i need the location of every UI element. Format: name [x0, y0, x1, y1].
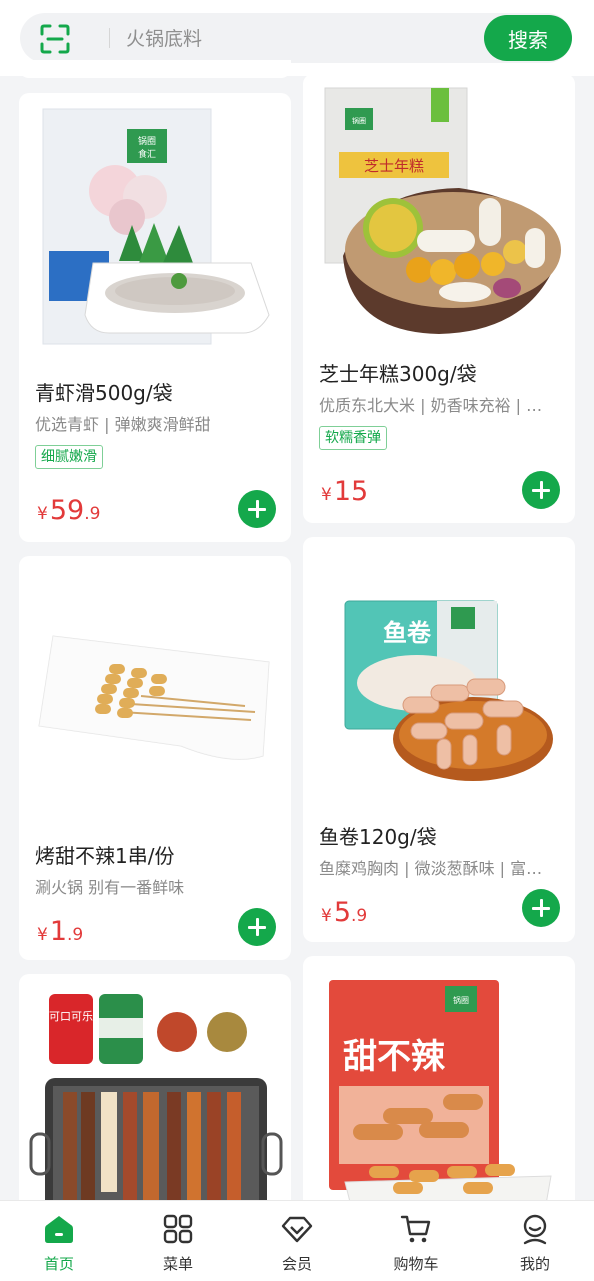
- tab-member[interactable]: 会员: [238, 1201, 356, 1281]
- member-diamond-icon: [281, 1216, 313, 1243]
- package-label-text: 鱼卷: [383, 619, 432, 647]
- price-currency: ¥: [321, 485, 332, 505]
- product-image: 锅圈 食汇: [29, 101, 281, 361]
- price-integer: 59: [49, 495, 85, 526]
- search-button[interactable]: 搜索: [484, 15, 572, 61]
- svg-text:锅圈: 锅圈: [352, 116, 366, 125]
- tab-cart[interactable]: 购物车: [357, 1201, 475, 1281]
- product-title: 鱼卷120g/袋: [319, 825, 437, 849]
- package-label-text: 甜不辣: [343, 1037, 446, 1077]
- price-currency: ¥: [321, 906, 332, 926]
- package-label-text: 芝士年糕: [364, 157, 424, 175]
- tab-label: 购物车: [393, 1255, 439, 1273]
- add-to-cart-button[interactable]: [238, 490, 276, 528]
- bottom-tab-bar: 首页 菜单 会员 购物车 我的: [0, 1200, 594, 1281]
- product-price: ¥5.9: [321, 897, 367, 928]
- price-currency: ¥: [37, 504, 48, 524]
- product-card[interactable]: 锅圈 甜不辣: [303, 956, 575, 1214]
- search-divider: [109, 28, 110, 48]
- product-title: 青虾滑500g/袋: [35, 381, 173, 405]
- tab-label: 首页: [43, 1255, 74, 1273]
- product-image: 可口可乐: [27, 988, 283, 1214]
- product-desc: 优质东北大米 | 奶香味充裕 | 软糯香弹: [319, 396, 557, 415]
- product-card[interactable]: 锅圈 芝士年糕 芝士年糕300g/袋 优质东北大米 | 奶香味充裕 | 软糯香弹…: [303, 74, 575, 523]
- search-input[interactable]: [124, 22, 488, 56]
- product-card[interactable]: 鱼卷 鱼卷120g/袋 鱼糜鸡胸肉 | 微淡葱酥味 | 富含蛋白 ¥5.9: [303, 537, 575, 942]
- tab-label: 会员: [281, 1255, 312, 1273]
- price-decimal: .9: [84, 504, 101, 524]
- price-integer: 1: [49, 916, 68, 947]
- product-image: [31, 616, 279, 766]
- add-to-cart-button[interactable]: [522, 889, 560, 927]
- product-image: 锅圈 芝士年糕: [309, 80, 569, 338]
- product-image: 锅圈 甜不辣: [323, 976, 559, 1214]
- product-price: ¥59.9: [37, 495, 100, 526]
- product-image: 鱼卷: [333, 589, 559, 789]
- add-to-cart-button[interactable]: [238, 908, 276, 946]
- menu-grid-icon: [163, 1214, 193, 1244]
- price-decimal: .9: [67, 925, 84, 945]
- price-currency: ¥: [37, 925, 48, 945]
- profile-icon: [523, 1214, 547, 1245]
- tab-label: 菜单: [162, 1255, 193, 1273]
- search-bar: 搜索: [20, 13, 572, 63]
- price-integer: 15: [333, 476, 369, 507]
- tab-profile[interactable]: 我的: [476, 1201, 594, 1281]
- product-title: 烤甜不辣1串/份: [35, 844, 175, 868]
- add-to-cart-button[interactable]: [522, 471, 560, 509]
- product-card[interactable]: 烤甜不辣1串/份 涮火锅 别有一番鲜味 ¥1.9: [19, 556, 291, 960]
- product-desc: 鱼糜鸡胸肉 | 微淡葱酥味 | 富含蛋白: [319, 859, 557, 878]
- tab-home[interactable]: 首页: [0, 1201, 118, 1281]
- tab-label: 我的: [519, 1255, 550, 1273]
- svg-text:锅圈: 锅圈: [453, 995, 469, 1005]
- svg-text:食汇: 食汇: [138, 148, 156, 160]
- product-desc: 优选青虾 | 弹嫩爽滑鲜甜: [35, 415, 211, 434]
- cart-icon: [400, 1215, 431, 1243]
- product-tag: 细腻嫩滑: [35, 445, 103, 469]
- product-price: ¥15: [321, 476, 368, 507]
- product-card[interactable]: 锅圈 食汇 青虾滑500g/袋 优选青虾 | 弹嫩爽滑鲜甜 细腻嫩滑 ¥59.9: [19, 93, 291, 542]
- product-price: ¥1.9: [37, 916, 83, 947]
- product-card[interactable]: 可口可乐: [19, 974, 291, 1214]
- product-card-partial-top: [19, 60, 291, 78]
- price-decimal: .9: [351, 906, 368, 926]
- product-title: 芝士年糕300g/袋: [319, 362, 477, 386]
- tab-menu[interactable]: 菜单: [119, 1201, 237, 1281]
- price-integer: 5: [333, 897, 352, 928]
- package-brand-text: 锅圈: [138, 136, 156, 147]
- product-tag: 软糯香弹: [319, 426, 387, 450]
- product-desc: 涮火锅 别有一番鲜味: [35, 878, 185, 897]
- package-label-text: 可口可乐: [49, 1010, 93, 1023]
- scan-icon[interactable]: [40, 24, 70, 54]
- home-icon: [45, 1216, 73, 1243]
